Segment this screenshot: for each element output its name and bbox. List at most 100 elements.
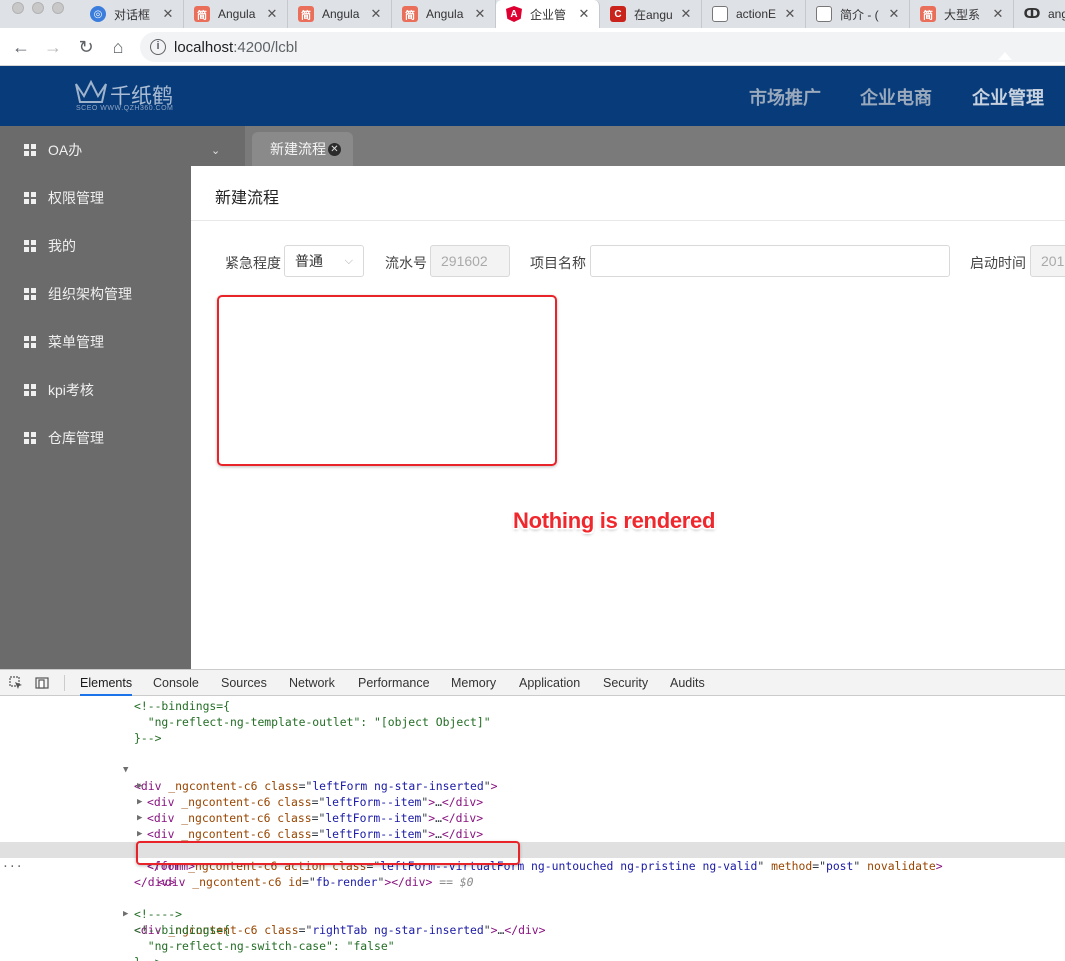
dom-node-line[interactable]: ▶ <div _ngcontent-c6 class="leftForm--it… [0, 762, 1065, 809]
github-favicon-icon: ↀ [1023, 6, 1041, 21]
url-text[interactable]: localhost:4200/lcbl [174, 39, 297, 56]
tab-close-icon[interactable]: ✕ [781, 6, 799, 22]
tab-close-icon[interactable]: ✕ [885, 6, 903, 22]
reload-icon[interactable]: ↻ [75, 36, 97, 58]
tab-close-icon[interactable]: ✕ [367, 6, 385, 22]
home-icon[interactable]: ⌂ [107, 36, 129, 58]
grid-icon [24, 192, 36, 204]
tab-close-icon[interactable]: ✕ [159, 6, 177, 22]
window-minimize-button[interactable] [32, 2, 44, 14]
window-close-button[interactable] [12, 2, 24, 14]
tab-close-icon[interactable]: ✕ [471, 6, 489, 22]
close-icon[interactable]: ✕ [328, 142, 341, 156]
devtools-tab-memory[interactable]: Memory [451, 670, 496, 696]
sidebar-item-label: 权限管理 [48, 190, 104, 206]
urgency-value: 普通 [295, 253, 323, 269]
tab-title: 在angu [634, 7, 673, 22]
dom-node-line[interactable]: </div> [0, 874, 1065, 890]
url-path: :4200/lcbl [233, 39, 298, 56]
dom-node-line[interactable]: <!--bindings={ [0, 698, 1065, 714]
page-tab-new-process[interactable]: 新建流程 ✕ [252, 132, 353, 166]
dom-node-line[interactable]: }--> [0, 730, 1065, 746]
browser-tab[interactable]: 简 Angula ✕ [288, 0, 392, 28]
dom-node-line[interactable]: "ng-reflect-ng-switch-case": "false" [0, 938, 1065, 954]
start-time-label: 启动时间 [970, 255, 1026, 271]
devtools-tab-network[interactable]: Network [289, 670, 335, 696]
dom-node-line[interactable]: ▼ <div _ngcontent-c6 class="leftForm ng-… [0, 746, 1065, 793]
tab-close-icon[interactable]: ✕ [575, 6, 593, 22]
modal-title: 新建流程 [215, 190, 280, 207]
dom-node-line[interactable]: ▶ <div _ngcontent-c6 class="leftForm--it… [0, 794, 1065, 841]
browser-tab[interactable]: 简介 - ( ✕ [806, 0, 910, 28]
devtools-tab-audits[interactable]: Audits [670, 670, 705, 696]
tab-title: 简介 - ( [840, 7, 879, 22]
browser-tab[interactable]: 简 Angula ✕ [184, 0, 288, 28]
dom-node-line[interactable]: ▶ <div _ngcontent-c6 class="leftForm--it… [0, 778, 1065, 825]
urgency-label: 紧急程度 [225, 255, 281, 271]
serial-field[interactable]: 291602 [430, 245, 510, 277]
dom-node-line[interactable]: ▶ <div _ngcontent-c6 class="rightTab ng-… [0, 890, 1065, 937]
comment-text: <!--bindings={ [134, 923, 231, 937]
grid-icon [24, 384, 36, 396]
browser-tab[interactable]: C 在angu ✕ [600, 0, 702, 28]
tab-title: ang [1048, 7, 1065, 21]
tab-title: 大型系 [944, 7, 981, 22]
active-nav-indicator [998, 52, 1012, 60]
browser-tab-active[interactable]: A 企业管 ✕ [496, 0, 600, 28]
urgency-select[interactable]: 普通 ⌵ [284, 245, 364, 277]
nav-enterprise-management[interactable]: 企业管理 [972, 84, 1044, 110]
dom-node-line[interactable]: ▶ <div _ngcontent-c6 class="leftForm--it… [0, 810, 1065, 857]
annotation-text: Nothing is rendered [513, 508, 716, 533]
tab-close-icon[interactable]: ✕ [989, 6, 1007, 22]
browser-tab-strip: ◎ 对话框 ✕ 简 Angula ✕ 简 Angula ✕ 简 Angula ✕… [0, 0, 1065, 28]
dom-node-line[interactable]: <!----> [0, 906, 1065, 922]
devtools-tab-elements[interactable]: Elements [80, 670, 133, 696]
tab-close-icon[interactable]: ✕ [677, 6, 695, 22]
crown-logo-icon [75, 80, 107, 103]
address-bar[interactable]: i localhost:4200/lcbl [140, 32, 1065, 62]
document-favicon-icon [712, 6, 728, 22]
dom-node-line[interactable]: "ng-reflect-ng-template-outlet": "[objec… [0, 714, 1065, 730]
window-zoom-button[interactable] [52, 2, 64, 14]
browser-tab[interactable]: 简 大型系 ✕ [910, 0, 1014, 28]
browser-tab[interactable]: ◎ 对话框 ✕ [80, 0, 184, 28]
comment-text: }--> [134, 954, 161, 961]
devtools-tab-performance[interactable]: Performance [358, 670, 430, 696]
devtools-tab-sources[interactable]: Sources [221, 670, 267, 696]
sidebar-item-label: 仓库管理 [48, 430, 104, 446]
site-info-icon[interactable]: i [150, 39, 166, 55]
divider [191, 220, 1065, 221]
forward-arrow-icon[interactable]: → [42, 36, 64, 58]
devtools-tab-security[interactable]: Security [603, 670, 648, 696]
browser-tab[interactable]: ↀ ang [1014, 0, 1065, 28]
serial-label: 流水号 [385, 255, 427, 271]
start-time-field[interactable]: 201 [1030, 245, 1065, 277]
browser-tab[interactable]: 简 Angula ✕ [392, 0, 496, 28]
dom-node-line[interactable]: ▼ <form _ngcontent-c6 action class="left… [0, 826, 1065, 873]
tab-close-icon[interactable]: ✕ [263, 6, 281, 22]
device-toolbar-icon[interactable] [35, 676, 49, 690]
jianshu-favicon-icon: 简 [402, 6, 418, 22]
sidebar-item-label: 菜单管理 [48, 334, 104, 350]
nav-ecommerce[interactable]: 企业电商 [860, 84, 932, 110]
browser-tab[interactable]: actionE ✕ [702, 0, 806, 28]
sidebar-item-label: OA办 [48, 142, 83, 158]
inspect-element-icon[interactable] [9, 676, 23, 690]
dom-node-line[interactable]: <!--bindings={ [0, 922, 1065, 938]
browser-toolbar: ← → ↻ ⌂ i localhost:4200/lcbl [0, 28, 1065, 66]
tab-title: Angula [426, 7, 464, 21]
tab-title: actionE [736, 7, 777, 21]
dialog-favicon-icon: ◎ [90, 6, 106, 22]
brand-subtitle: SCEO WWW.QZH360.COM [76, 105, 174, 112]
project-name-input[interactable] [590, 245, 950, 277]
grid-icon [24, 432, 36, 444]
tab-title: 对话框 [114, 7, 151, 22]
dom-node-line[interactable]: }--> [0, 954, 1065, 961]
back-arrow-icon[interactable]: ← [10, 36, 32, 58]
tab-title: Angula [322, 7, 360, 21]
devtools-tab-console[interactable]: Console [153, 670, 199, 696]
jianshu-favicon-icon: 简 [920, 6, 936, 22]
nav-market-promotion[interactable]: 市场推广 [749, 84, 821, 110]
angular-favicon-icon: A [506, 6, 522, 22]
devtools-tab-application[interactable]: Application [519, 670, 580, 696]
